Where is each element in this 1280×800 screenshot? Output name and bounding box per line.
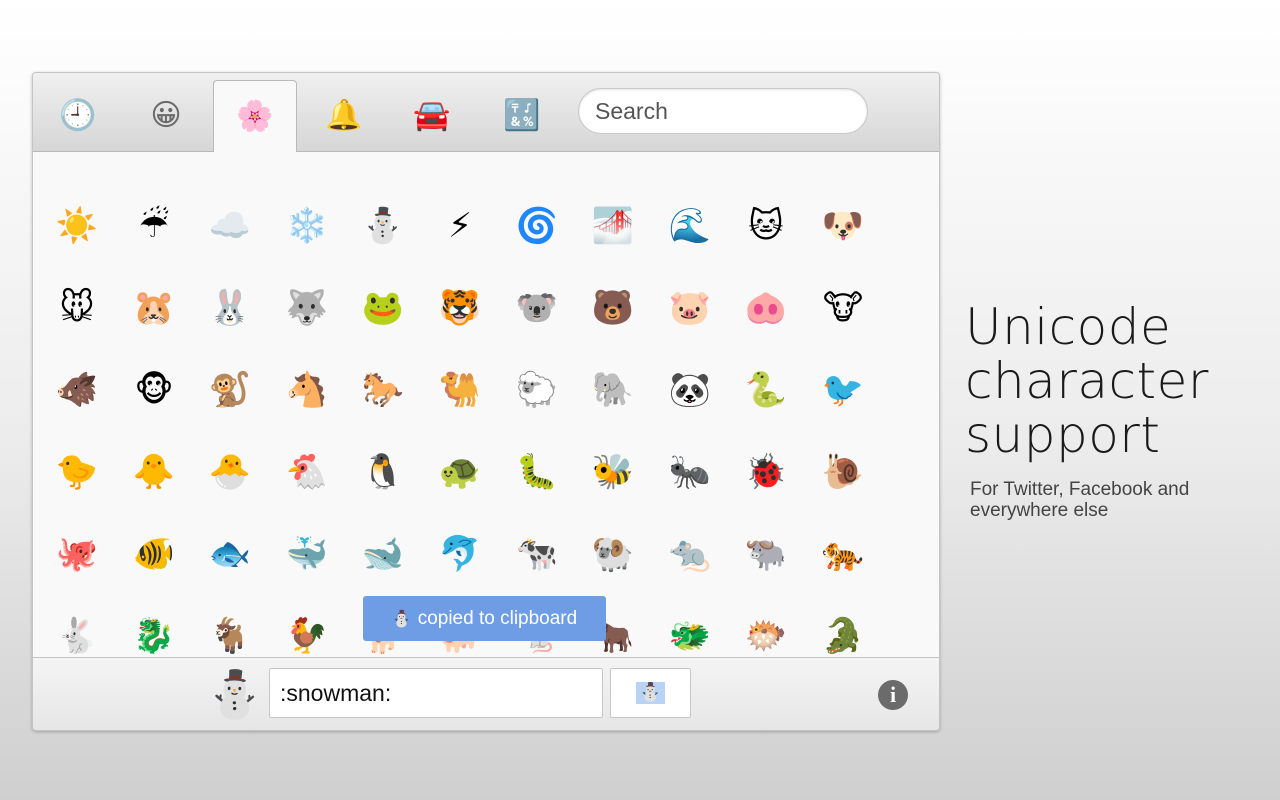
- info-icon[interactable]: i: [878, 680, 908, 710]
- emoji-cell[interactable]: 🐲: [660, 606, 720, 657]
- emoji-cell[interactable]: 🐗: [47, 360, 107, 420]
- copied-toast: ⛄ copied to clipboard: [363, 596, 606, 641]
- emoji-cell[interactable]: 🐰: [200, 278, 260, 338]
- emoji-cell[interactable]: 🐅: [813, 524, 873, 584]
- emoji-cell[interactable]: 🐛: [507, 442, 567, 502]
- emoji-cell[interactable]: ⛄: [353, 196, 413, 256]
- emoji-cell[interactable]: 🐝: [583, 442, 643, 502]
- emoji-cell[interactable]: 🐨: [507, 278, 567, 338]
- symbols-icon: 🔣: [503, 98, 541, 133]
- emoji-cell[interactable]: 🐧: [353, 442, 413, 502]
- emoji-cell[interactable]: 🐦: [813, 360, 873, 420]
- emoji-cell[interactable]: 🐔: [277, 442, 337, 502]
- emoji-cell[interactable]: 🐯: [430, 278, 490, 338]
- emoji-cell[interactable]: 🐇: [47, 606, 107, 657]
- snowman-icon: ⛄: [391, 610, 412, 628]
- headline-line: character: [965, 352, 1209, 410]
- emoji-cell[interactable]: 🐶: [813, 196, 873, 256]
- emoji-cell[interactable]: 🐟: [200, 524, 260, 584]
- emoji-cell[interactable]: 🐞: [736, 442, 796, 502]
- emoji-cell[interactable]: 🐜: [660, 442, 720, 502]
- emoji-cell[interactable]: 🐌: [813, 442, 873, 502]
- selected-emoji-preview: ⛄: [206, 667, 264, 721]
- emoji-cell[interactable]: 🐎: [353, 360, 413, 420]
- emoji-cell[interactable]: 🐠: [124, 524, 184, 584]
- emoji-name-field[interactable]: [269, 668, 603, 718]
- emoji-cell[interactable]: 🐐: [200, 606, 260, 657]
- cherry-blossom-icon: 🌸: [236, 98, 274, 134]
- tab-people[interactable]: 😀: [125, 81, 207, 151]
- toast-text: copied to clipboard: [417, 607, 578, 629]
- promo-headline: Unicode character support: [965, 300, 1265, 462]
- emoji-cell[interactable]: 🐋: [353, 524, 413, 584]
- emoji-cell[interactable]: 🐴: [277, 360, 337, 420]
- tab-recent[interactable]: 🕘: [37, 81, 119, 151]
- emoji-cell[interactable]: ☀️: [47, 196, 107, 256]
- emoji-cell[interactable]: 🐡: [736, 606, 796, 657]
- tab-places[interactable]: 🚘: [391, 81, 473, 151]
- emoji-cell[interactable]: 🐳: [277, 524, 337, 584]
- search-input[interactable]: [578, 88, 868, 134]
- selected-emoji-glyph: ⛄: [636, 682, 665, 704]
- emoji-cell[interactable]: 🐻: [583, 278, 643, 338]
- smiley-icon: 😀: [150, 98, 182, 133]
- bell-icon: 🔔: [325, 98, 363, 133]
- emoji-cell[interactable]: 🐬: [430, 524, 490, 584]
- emoji-cell[interactable]: 🌁: [583, 196, 643, 256]
- emoji-cell[interactable]: 🐺: [277, 278, 337, 338]
- emoji-cell[interactable]: 🐊: [813, 606, 873, 657]
- emoji-cell[interactable]: 🌊: [660, 196, 720, 256]
- headline-line: Unicode: [965, 298, 1172, 356]
- clock-icon: 🕘: [59, 98, 97, 133]
- emoji-cell[interactable]: 🐫: [430, 360, 490, 420]
- emoji-cell[interactable]: ☔: [124, 196, 184, 256]
- emoji-cell[interactable]: ⚡: [430, 196, 490, 256]
- bottom-bar: ⛄ ⛄ i: [33, 657, 939, 730]
- emoji-cell[interactable]: ❄️: [277, 196, 337, 256]
- category-tab-bar: 🕘 😀 🌸 🔔 🚘 🔣: [33, 73, 939, 152]
- emoji-cell[interactable]: 🐘: [583, 360, 643, 420]
- promo-subline: For Twitter, Facebook and everywhere els…: [970, 479, 1190, 521]
- emoji-cell[interactable]: 🐭: [47, 278, 107, 338]
- emoji-cell[interactable]: 🐄: [507, 524, 567, 584]
- emoji-cell[interactable]: 🐒: [200, 360, 260, 420]
- emoji-grid: ☀️ ☔ ☁️ ❄️ ⛄ ⚡ 🌀 🌁 🌊 🐱 🐶 🐭 🐹 🐰 🐺 🐸 🐯 🐨 🐻 🐷 🐽 🐮 🐗 🐵 🐒 🐴 🐎 🐫 🐑 🐘 🐼 🐍 🐦 🐤 🐥 🐣 🐔…: [33, 152, 939, 657]
- emoji-cell[interactable]: 🐓: [277, 606, 337, 657]
- emoji-cell[interactable]: 🐃: [736, 524, 796, 584]
- emoji-cell[interactable]: 🐹: [124, 278, 184, 338]
- emoji-cell[interactable]: ☁️: [200, 196, 260, 256]
- emoji-cell[interactable]: 🐙: [47, 524, 107, 584]
- emoji-cell[interactable]: 🐱: [736, 196, 796, 256]
- copy-emoji-button[interactable]: ⛄: [610, 668, 691, 718]
- emoji-cell[interactable]: 🐤: [47, 442, 107, 502]
- emoji-cell[interactable]: 🐉: [124, 606, 184, 657]
- emoji-cell[interactable]: 🐍: [736, 360, 796, 420]
- emoji-cell[interactable]: 🐀: [660, 524, 720, 584]
- tab-symbols[interactable]: 🔣: [481, 81, 563, 151]
- car-icon: 🚘: [413, 98, 451, 133]
- emoji-cell[interactable]: 🐢: [430, 442, 490, 502]
- emoji-cell[interactable]: 🐸: [353, 278, 413, 338]
- emoji-cell[interactable]: 🐑: [507, 360, 567, 420]
- emoji-cell[interactable]: 🐽: [736, 278, 796, 338]
- emoji-cell[interactable]: 🐼: [660, 360, 720, 420]
- headline-line: support: [965, 406, 1161, 464]
- emoji-picker-panel: 🕘 😀 🌸 🔔 🚘 🔣 ☀️ ☔ ☁️ ❄️ ⛄ ⚡ 🌀 🌁 🌊 🐱 🐶 🐭 🐹 🐰 🐺 🐸 🐯 🐨 🐻 🐷 🐽 🐮 🐗 🐵 🐒…: [32, 72, 940, 731]
- emoji-cell[interactable]: 🐵: [124, 360, 184, 420]
- emoji-cell[interactable]: 🐮: [813, 278, 873, 338]
- tab-objects[interactable]: 🔔: [303, 81, 385, 151]
- emoji-cell[interactable]: 🐏: [583, 524, 643, 584]
- emoji-cell[interactable]: 🌀: [507, 196, 567, 256]
- tab-nature[interactable]: 🌸: [213, 80, 297, 152]
- emoji-cell[interactable]: 🐥: [124, 442, 184, 502]
- emoji-cell[interactable]: 🐷: [660, 278, 720, 338]
- emoji-cell[interactable]: 🐣: [200, 442, 260, 502]
